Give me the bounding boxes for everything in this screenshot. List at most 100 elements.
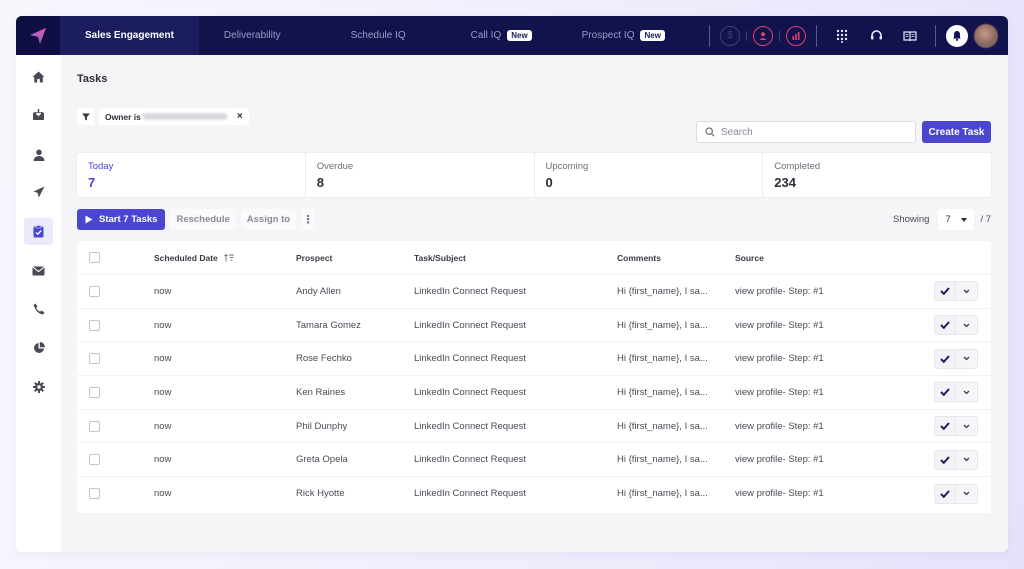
remove-filter-icon[interactable]: ×: [237, 111, 243, 122]
comments-cell: Hi {first_name}, I sa...: [617, 353, 708, 365]
sidebar-item-settings[interactable]: [24, 373, 53, 400]
dollar-icon[interactable]: $: [720, 25, 740, 46]
row-checkbox[interactable]: [89, 353, 100, 365]
table-row[interactable]: now Rose Fechko LinkedIn Connect Request…: [77, 342, 991, 377]
table-row[interactable]: now Phil Dunphy LinkedIn Connect Request…: [77, 410, 991, 444]
table-row[interactable]: now Ken Raines LinkedIn Connect Request …: [77, 376, 991, 410]
tab-deliverability[interactable]: Deliverability: [199, 16, 306, 55]
sidebar-item-sequences[interactable]: [24, 178, 53, 205]
stat-upcoming[interactable]: Upcoming 0: [535, 153, 764, 197]
row-checkbox[interactable]: [89, 420, 100, 432]
reschedule-button[interactable]: Reschedule: [170, 209, 236, 230]
sidebar: [16, 55, 61, 552]
user-circle-icon[interactable]: [753, 25, 773, 46]
complete-task-button[interactable]: [934, 382, 956, 403]
task-options-dropdown[interactable]: [956, 315, 978, 336]
search-box[interactable]: [696, 121, 916, 143]
complete-task-button[interactable]: [934, 449, 956, 470]
sidebar-item-reports[interactable]: [24, 334, 53, 361]
chevron-down-icon: [963, 492, 970, 496]
complete-task-button[interactable]: [934, 281, 956, 302]
check-icon: [940, 321, 950, 330]
comments-cell: Hi {first_name}, I sa...: [617, 319, 708, 331]
task-options-dropdown[interactable]: [956, 348, 978, 369]
complete-task-button[interactable]: [934, 348, 956, 369]
complete-task-button[interactable]: [934, 416, 956, 437]
play-icon: [85, 215, 93, 224]
chevron-down-icon: [963, 424, 970, 429]
stat-overdue[interactable]: Overdue 8: [306, 153, 535, 197]
prospect-cell[interactable]: Phil Dunphy: [296, 421, 347, 432]
phone-icon: [33, 303, 44, 314]
home-icon: [32, 71, 45, 82]
source-cell: view profile- Step: #1: [735, 454, 824, 466]
stat-today[interactable]: Today 7: [77, 153, 306, 197]
headset-icon[interactable]: [865, 25, 887, 47]
filter-button[interactable]: [77, 108, 94, 125]
assign-to-button[interactable]: Assign to: [240, 209, 297, 230]
more-actions-icon[interactable]: ⋮: [301, 209, 316, 230]
source-cell: view profile- Step: #1: [735, 488, 824, 500]
row-checkbox[interactable]: [89, 319, 100, 331]
source-cell: view profile- Step: #1: [735, 285, 824, 297]
pagination-info: Showing 7 / 7: [893, 209, 991, 230]
row-actions: [934, 483, 978, 504]
complete-task-button[interactable]: [934, 483, 956, 504]
divider: [746, 30, 747, 41]
chart-circle-icon[interactable]: [786, 25, 806, 46]
table-row[interactable]: now Tamara Gomez LinkedIn Connect Reques…: [77, 309, 991, 343]
sidebar-item-inbox[interactable]: [24, 101, 53, 128]
tab-prospect-iq[interactable]: Prospect IQ New: [557, 16, 690, 55]
prospect-cell[interactable]: Tamara Gomez: [296, 320, 361, 331]
table-row[interactable]: now Andy Allen LinkedIn Connect Request …: [77, 275, 991, 309]
select-all-checkbox[interactable]: [89, 252, 100, 263]
notifications-button[interactable]: [946, 24, 968, 47]
search-input[interactable]: [721, 126, 901, 138]
column-header-scheduled-date[interactable]: Scheduled Date: [154, 253, 235, 263]
tab-call-iq[interactable]: Call IQ New: [446, 16, 557, 55]
prospect-cell[interactable]: Greta Opela: [296, 454, 348, 465]
row-checkbox[interactable]: [89, 386, 100, 398]
prospect-cell[interactable]: Ken Raines: [296, 387, 345, 398]
dialpad-icon[interactable]: [831, 25, 853, 47]
inbox-download-icon: [33, 109, 44, 120]
prospect-cell[interactable]: Andy Allen: [296, 286, 341, 297]
owner-filter-chip[interactable]: Owner is ×: [99, 108, 249, 125]
stat-completed[interactable]: Completed 234: [763, 153, 991, 197]
check-icon: [940, 456, 950, 464]
sidebar-item-prospects[interactable]: [24, 141, 53, 168]
row-checkbox[interactable]: [89, 285, 100, 297]
person-icon: [33, 149, 44, 161]
create-task-button[interactable]: Create Task: [922, 121, 991, 143]
divider: [709, 24, 710, 47]
task-options-dropdown[interactable]: [956, 382, 978, 403]
avatar[interactable]: [974, 23, 998, 48]
sidebar-item-email[interactable]: [24, 257, 53, 284]
sidebar-item-home[interactable]: [24, 63, 53, 90]
tab-schedule-iq[interactable]: Schedule IQ: [306, 16, 446, 55]
prospect-cell[interactable]: Rick Hyotte: [296, 488, 345, 499]
logo[interactable]: [16, 16, 60, 55]
comments-cell: Hi {first_name}, I sa...: [617, 386, 708, 398]
divider: [779, 30, 780, 41]
start-tasks-button[interactable]: Start 7 Tasks: [77, 209, 166, 230]
row-checkbox[interactable]: [89, 488, 100, 500]
table-row[interactable]: now Greta Opela LinkedIn Connect Request…: [77, 443, 991, 478]
table-row[interactable]: now Rick Hyotte LinkedIn Connect Request…: [77, 477, 991, 511]
sidebar-item-tasks[interactable]: [24, 218, 53, 245]
page-size-select[interactable]: 7: [938, 209, 975, 230]
complete-task-button[interactable]: [934, 315, 956, 336]
sidebar-item-calls[interactable]: [24, 295, 53, 322]
top-navigation: Sales Engagement Deliverability Schedule…: [16, 16, 1008, 55]
tab-sales-engagement[interactable]: Sales Engagement: [60, 16, 199, 55]
chevron-down-icon: [963, 323, 970, 327]
task-options-dropdown[interactable]: [956, 483, 978, 504]
task-options-dropdown[interactable]: [956, 281, 978, 302]
task-options-dropdown[interactable]: [956, 416, 978, 437]
task-options-dropdown[interactable]: [956, 449, 978, 470]
book-icon[interactable]: [899, 25, 921, 47]
task-subject-cell: LinkedIn Connect Request: [414, 319, 526, 331]
prospect-cell[interactable]: Rose Fechko: [296, 353, 352, 364]
row-checkbox[interactable]: [89, 454, 100, 466]
task-subject-cell: LinkedIn Connect Request: [414, 285, 526, 297]
